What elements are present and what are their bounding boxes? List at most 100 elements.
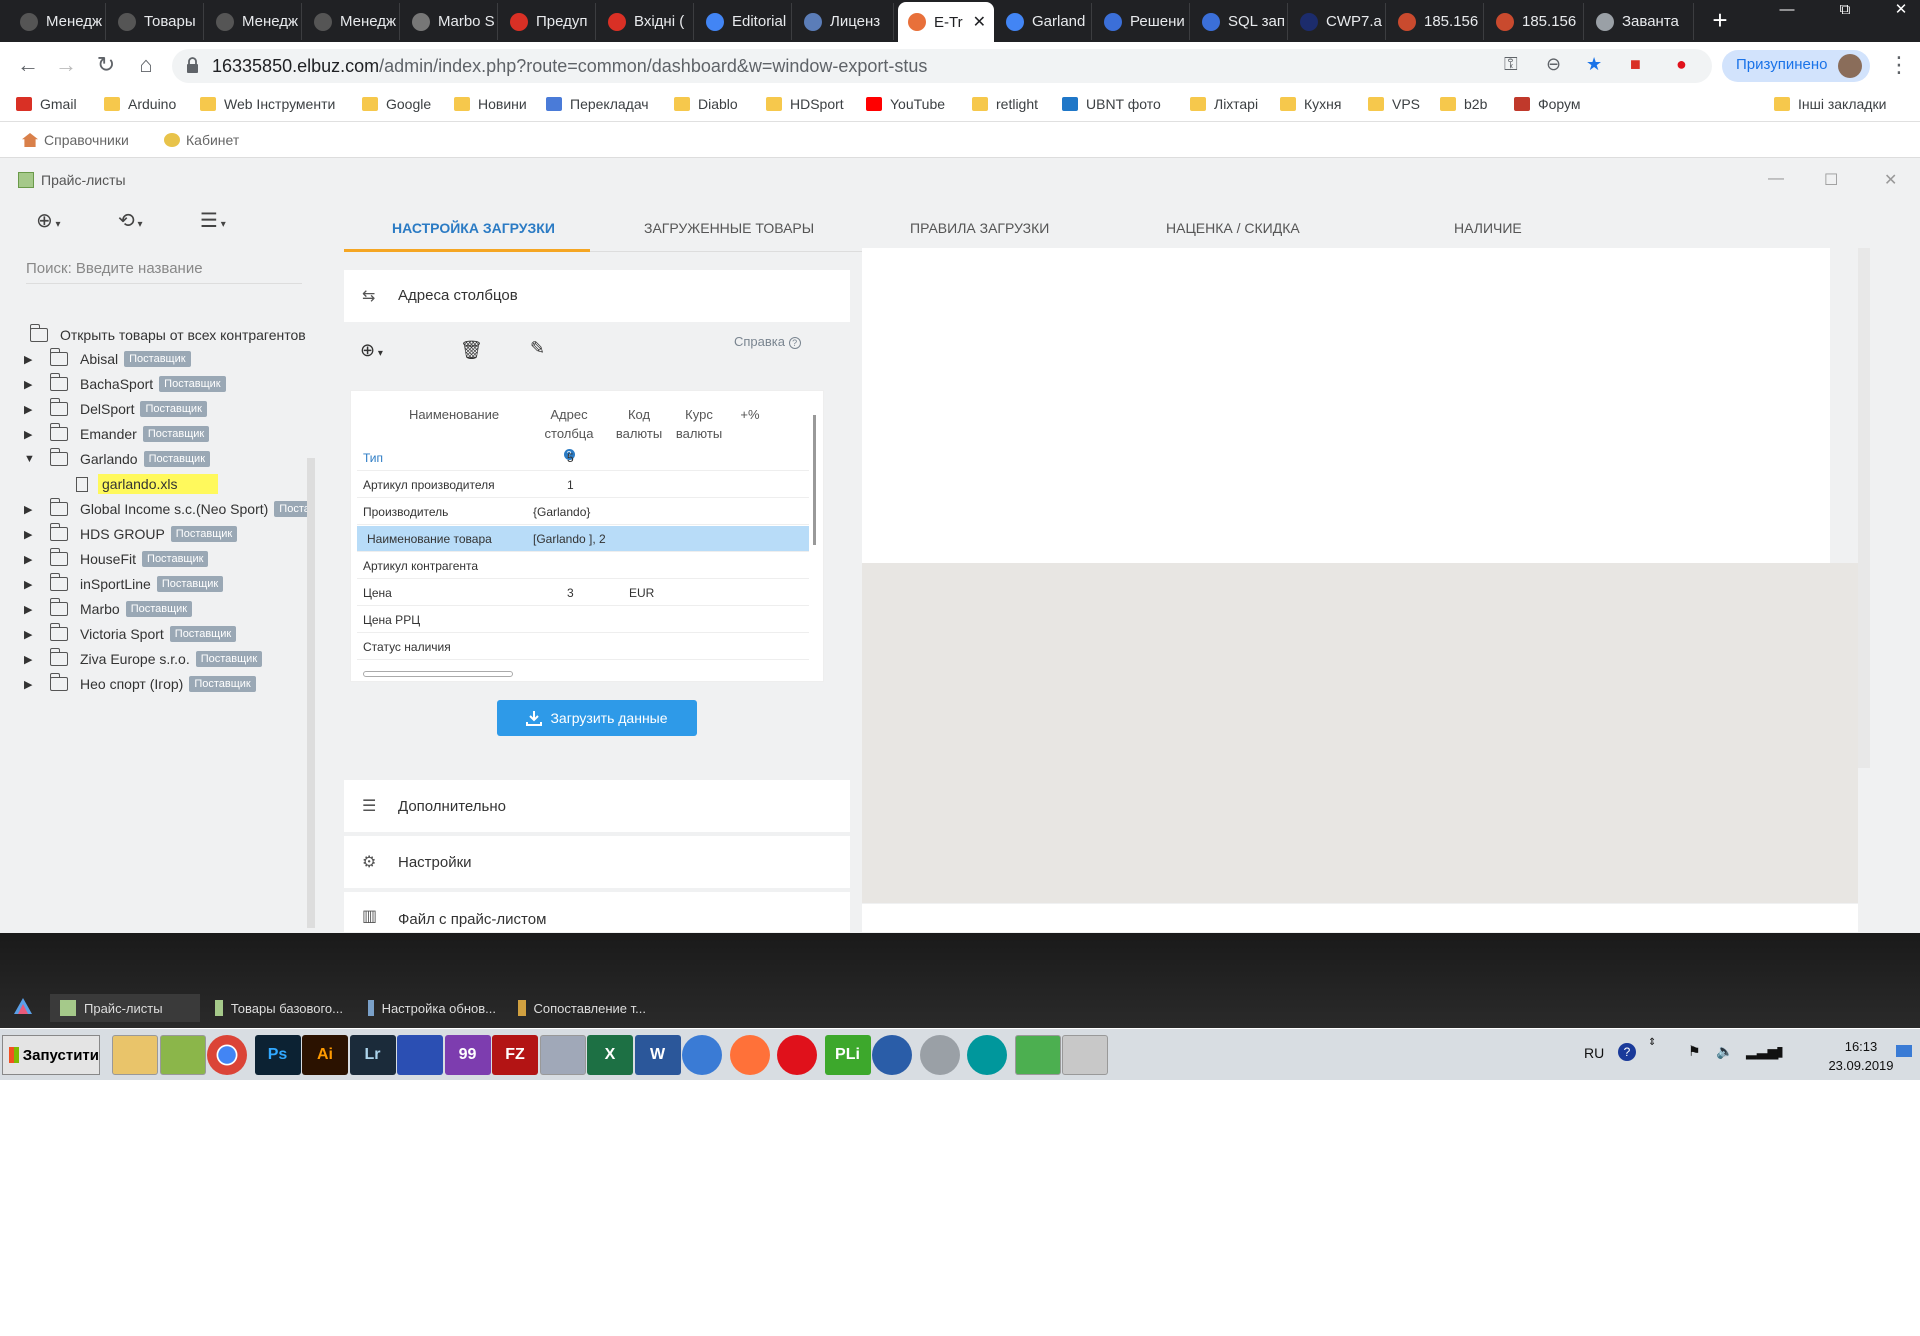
section-settings[interactable]: ⚙ Настройки (344, 836, 850, 888)
show-desktop-icon[interactable] (1896, 1045, 1912, 1057)
back-icon[interactable]: ← (14, 52, 42, 78)
wand-icon[interactable]: ✎ (530, 338, 545, 359)
browser-tab[interactable]: Лиценз (794, 3, 894, 40)
illustrator-icon[interactable]: Ai (302, 1035, 348, 1075)
toolbar-directories[interactable]: Справочники (22, 132, 129, 148)
close-tab-icon[interactable]: ✕ (973, 12, 986, 32)
section-additional[interactable]: ☰ Дополнительно (344, 780, 850, 832)
bookmark-item[interactable]: retlight (972, 96, 1038, 112)
paint-icon[interactable] (1062, 1035, 1108, 1075)
reload-icon[interactable]: ↻ (92, 52, 120, 78)
expand-right-icon[interactable]: ▶ (24, 503, 38, 516)
tray-expand-icon[interactable]: ⇕ (1648, 1037, 1656, 1048)
tree-item[interactable]: ▶ HouseFit Поставщик (24, 548, 209, 570)
photoshop-icon[interactable]: Ps (254, 1035, 301, 1075)
excel-icon[interactable]: X (587, 1035, 633, 1075)
preview-scrollbar[interactable] (1858, 248, 1870, 768)
key-icon[interactable]: ⚿ (1504, 54, 1518, 75)
grid-row[interactable]: Цена 3 EUR (357, 580, 809, 606)
grid-row[interactable]: Наименование товара [Garlando ], 2 (357, 526, 809, 552)
tree-item[interactable]: ▶ DelSport Поставщик (24, 398, 207, 420)
word-icon[interactable]: W (634, 1035, 681, 1075)
browser-tab[interactable]: Вхідні ( (598, 3, 694, 40)
volume-icon[interactable]: 🔈 (1716, 1043, 1733, 1060)
grid-row[interactable]: Тип 5 (357, 445, 809, 471)
tree-item[interactable]: ▶ Marbo Поставщик (24, 598, 193, 620)
calc-icon[interactable] (1014, 1035, 1061, 1075)
menu-dropdown-button[interactable]: ☰ ▾ (200, 208, 226, 233)
tree-item[interactable]: ▶Global Income s.c.(Neo Sport)Поставщик (24, 498, 314, 520)
window-close-icon[interactable]: ✕ (1884, 170, 1897, 190)
tree-item[interactable]: ▶ HDS GROUP Поставщик (24, 523, 238, 545)
tree-root[interactable]: Открыть товары от всех контрагентов (24, 324, 306, 346)
tree-item[interactable]: ▶ Emander Поставщик (24, 423, 210, 445)
expand-right-icon[interactable]: ▶ (24, 553, 38, 566)
browser-tab[interactable]: 185.156 (1486, 3, 1584, 40)
browser-tab[interactable]: SQL зап (1192, 3, 1288, 40)
tree-item[interactable]: ▶ Victoria Sport Поставщик (24, 623, 237, 645)
tab-upload-rules[interactable]: ПРАВИЛА ЗАГРУЗКИ (910, 220, 1049, 236)
bookmark-item[interactable]: Кухня (1280, 96, 1341, 112)
browser-tab[interactable]: Товары (108, 3, 204, 40)
signal-icon[interactable]: ▂▃▅ (1746, 1043, 1778, 1060)
taskbar-window-button[interactable]: Товары базового... (205, 994, 353, 1022)
browser-tab[interactable]: 185.156 (1388, 3, 1484, 40)
window-minimize-icon[interactable]: — (1768, 170, 1784, 188)
window-maximize-icon[interactable]: ☐ (1824, 170, 1838, 190)
star-icon[interactable]: ★ (1586, 54, 1602, 75)
other-bookmarks[interactable]: Інші закладки (1774, 96, 1886, 112)
browser-tab[interactable]: CWP7.a (1290, 3, 1386, 40)
opera-icon[interactable] (777, 1035, 817, 1075)
bookmark-item[interactable]: b2b (1440, 96, 1487, 112)
bookmark-item[interactable]: UBNT фото (1062, 96, 1161, 112)
section-price-file[interactable]: ▥ Файл с прайс-листом (344, 892, 850, 932)
lightroom-icon[interactable]: Lr (349, 1035, 396, 1075)
tab-upload-settings[interactable]: НАСТРОЙКА ЗАГРУЗКИ (392, 220, 555, 236)
forward-icon[interactable]: → (52, 52, 80, 78)
address-bar[interactable]: 16335850.elbuz.com/admin/index.php?route… (172, 49, 1712, 83)
browser-tab[interactable]: Менедж (10, 3, 106, 40)
tree-item[interactable]: ▶ Нео спорт (Ігор) Поставщик (24, 673, 256, 695)
grid-row[interactable]: Артикул производителя 1 (357, 472, 809, 498)
opera-ext-icon[interactable]: ● (1676, 54, 1687, 75)
tab-markup-discount[interactable]: НАЦЕНКА / СКИДКА (1166, 220, 1300, 236)
supplier-search-input[interactable]: Поиск: Введите название (26, 254, 302, 284)
bookmark-item[interactable]: Форум (1514, 96, 1581, 112)
browser-tab[interactable]: Заванта (1586, 3, 1694, 40)
zoom-icon[interactable]: ⊖ (1546, 54, 1561, 75)
bookmark-item[interactable]: YouTube (866, 96, 945, 112)
add-dropdown-button[interactable]: ⊕ ▾ (36, 208, 61, 233)
thunderbird-icon[interactable] (682, 1035, 722, 1075)
bookmark-item[interactable]: Ліхтарі (1190, 96, 1258, 112)
browser-tab[interactable]: Garland (996, 3, 1092, 40)
expand-right-icon[interactable]: ▶ (24, 378, 38, 391)
grid-vertical-scrollbar[interactable] (811, 409, 819, 667)
toolbar-cabinet[interactable]: Кабинет (164, 132, 239, 148)
close-window-button[interactable]: ✕ (1884, 0, 1918, 22)
browser-tab[interactable]: Менедж (304, 3, 400, 40)
expand-down-icon[interactable]: ▼ (24, 453, 38, 465)
home-icon[interactable]: ⌂ (132, 52, 160, 78)
taskbar-window-button[interactable]: Настройка обнов... (358, 994, 506, 1022)
pli-icon[interactable]: PLi (824, 1035, 871, 1075)
new-tab-button[interactable]: + (1705, 5, 1735, 36)
bookmark-item[interactable]: Google (362, 96, 431, 112)
expand-right-icon[interactable]: ▶ (24, 628, 38, 641)
taskbar-window-button[interactable]: Сопоставление т... (508, 994, 656, 1022)
help-tray-icon[interactable]: ? (1618, 1043, 1636, 1061)
grid-row[interactable]: Статус наличия (357, 634, 809, 660)
bookmark-item[interactable]: Перекладач (546, 96, 649, 112)
notepad-icon[interactable] (159, 1035, 206, 1075)
firefox-icon[interactable] (729, 1035, 770, 1075)
trash-icon[interactable]: 🗑 (460, 340, 483, 361)
help-link[interactable]: Справка ? (734, 334, 801, 349)
browser-tab[interactable]: Решени (1094, 3, 1190, 40)
start-orb-icon[interactable] (12, 996, 34, 1018)
tree-item[interactable]: ▼ Garlando Поставщик (24, 448, 211, 470)
bookmark-item[interactable]: Gmail (16, 96, 77, 112)
expand-right-icon[interactable]: ▶ (24, 578, 38, 591)
expand-right-icon[interactable]: ▶ (24, 403, 38, 416)
bookmark-item[interactable]: VPS (1368, 96, 1420, 112)
viber-icon[interactable]: 99 (444, 1035, 491, 1075)
chrome-icon[interactable] (207, 1035, 247, 1075)
